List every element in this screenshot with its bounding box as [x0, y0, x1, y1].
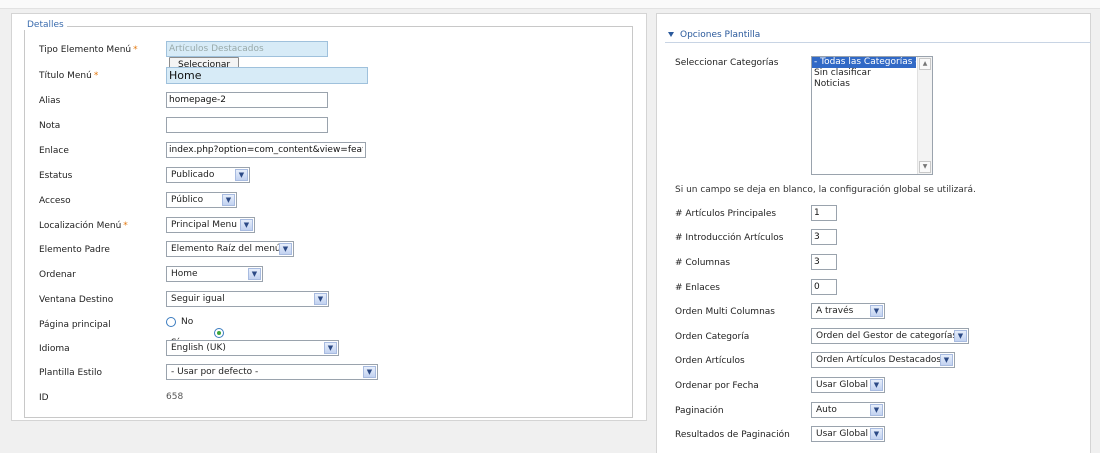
titulo-menu-input[interactable] [166, 67, 368, 84]
opciones-plantilla-title: Opciones Plantilla [680, 30, 761, 40]
ordenar-select[interactable]: Home ▼ [166, 266, 263, 282]
estatus-value: Publicado [171, 170, 215, 180]
top-bar [0, 0, 1100, 9]
ordenar-value: Home [171, 269, 198, 279]
enlaces-input[interactable] [811, 279, 837, 295]
radio-si[interactable] [214, 327, 224, 338]
id-value: 658 [166, 392, 184, 402]
introduccion-input[interactable] [811, 229, 837, 245]
orden-cat-label: Orden Categoría [675, 332, 750, 342]
fecha-label: Ordenar por Fecha [675, 381, 759, 391]
orden-art-select[interactable]: Orden Artículos Destacados ▼ [811, 352, 955, 368]
paginacion-label: Paginación [675, 406, 724, 416]
orden-art-label: Orden Artículos [675, 356, 745, 366]
tipo-elemento-input [166, 41, 328, 57]
blank-field-note: Si un campo se deja en blanco, la config… [675, 185, 976, 195]
alias-input[interactable] [166, 92, 328, 108]
required-mark: * [93, 71, 99, 81]
chevron-down-icon: ▼ [222, 194, 235, 206]
orden-cat-value: Orden del Gestor de categorías [816, 331, 958, 341]
chevron-down-icon: ▼ [324, 342, 337, 354]
principales-label: # Artículos Principales [675, 209, 777, 219]
orden-art-value: Orden Artículos Destacados [816, 355, 942, 365]
scroll-up-icon[interactable]: ▲ [919, 58, 931, 70]
enlace-input[interactable] [166, 142, 366, 158]
ordenar-label: Ordenar [39, 270, 76, 280]
acceso-select[interactable]: Público ▼ [166, 192, 237, 208]
estatus-select[interactable]: Publicado ▼ [166, 167, 250, 183]
idioma-label: Idioma [39, 344, 70, 354]
chevron-down-icon: ▼ [954, 330, 967, 342]
fecha-select[interactable]: Usar Global ▼ [811, 377, 885, 393]
localizacion-value: Principal Menu [171, 220, 237, 230]
principales-input[interactable] [811, 205, 837, 221]
radio-no-label: No [181, 317, 194, 327]
id-label: ID [39, 393, 49, 403]
options-panel: Opciones Plantilla Seleccionar Categoría… [656, 13, 1091, 453]
orden-cat-select[interactable]: Orden del Gestor de categorías ▼ [811, 328, 969, 344]
resultados-select[interactable]: Usar Global ▼ [811, 426, 885, 442]
multi-label: Orden Multi Columnas [675, 307, 775, 317]
multi-value: A través [816, 306, 854, 316]
details-legend: Detalles [24, 20, 67, 30]
paginacion-select[interactable]: Auto ▼ [811, 402, 885, 418]
resultados-value: Usar Global [816, 429, 869, 439]
enlaces-label: # Enlaces [675, 283, 720, 293]
estatus-label: Estatus [39, 171, 73, 181]
acceso-value: Público [171, 195, 204, 205]
required-mark: * [133, 45, 138, 55]
fecha-value: Usar Global [816, 380, 869, 390]
chevron-down-icon: ▼ [248, 268, 261, 280]
padre-value: Elemento Raíz del menú [171, 244, 281, 254]
chevron-down-icon: ▼ [240, 219, 253, 231]
columnas-input[interactable] [811, 254, 837, 270]
pagina-label: Página principal [39, 320, 111, 330]
chevron-down-icon: ▼ [870, 404, 883, 416]
paginacion-value: Auto [816, 405, 837, 415]
localizacion-label: Localización Menú [39, 221, 122, 231]
resultados-label: Resultados de Paginación [675, 430, 790, 440]
plantilla-select[interactable]: - Usar por defecto - ▼ [166, 364, 378, 380]
opciones-plantilla-header[interactable]: Opciones Plantilla [665, 29, 1091, 43]
columnas-label: # Columnas [675, 258, 731, 268]
chevron-down-icon: ▼ [940, 354, 953, 366]
chevron-down-icon: ▼ [279, 243, 292, 255]
details-panel: Detalles Tipo Elemento Menú* Seleccionar… [11, 13, 647, 421]
categorias-listbox[interactable]: - Todas las Categorías - Sin clasificar … [811, 56, 933, 175]
multi-select[interactable]: A través ▼ [811, 303, 885, 319]
padre-label: Elemento Padre [39, 245, 110, 255]
introduccion-label: # Introducción Artículos [675, 233, 784, 243]
alias-label: Alias [39, 96, 61, 106]
collapse-triangle-icon [668, 31, 674, 37]
list-item[interactable]: - Todas las Categorías - [812, 57, 916, 68]
nota-label: Nota [39, 121, 61, 131]
ventana-select[interactable]: Seguir igual ▼ [166, 291, 329, 307]
radio-no[interactable] [166, 317, 176, 327]
list-item[interactable]: Sin clasificar [812, 68, 916, 79]
localizacion-select[interactable]: Principal Menu ▼ [166, 217, 255, 233]
chevron-down-icon: ▼ [363, 366, 376, 378]
idioma-value: English (UK) [171, 343, 226, 353]
chevron-down-icon: ▼ [870, 428, 883, 440]
ventana-label: Ventana Destino [39, 295, 114, 305]
acceso-label: Acceso [39, 196, 71, 206]
plantilla-label: Plantilla Estilo [39, 368, 102, 378]
ventana-value: Seguir igual [171, 294, 225, 304]
chevron-down-icon: ▼ [870, 379, 883, 391]
nota-input[interactable] [166, 117, 328, 133]
chevron-down-icon: ▼ [314, 293, 327, 305]
categorias-label: Seleccionar Categorías [675, 58, 779, 68]
list-item[interactable]: Noticias [812, 79, 916, 90]
listbox-scrollbar[interactable]: ▲ ▼ [917, 57, 932, 174]
tipo-label: Tipo Elemento Menú [39, 45, 132, 55]
chevron-down-icon: ▼ [870, 305, 883, 317]
idioma-select[interactable]: English (UK) ▼ [166, 340, 339, 356]
plantilla-value: - Usar por defecto - [171, 367, 259, 377]
required-mark: * [123, 221, 128, 231]
chevron-down-icon: ▼ [235, 169, 248, 181]
titulo-label: Título Menú [39, 71, 92, 81]
scroll-down-icon[interactable]: ▼ [919, 161, 931, 173]
padre-select[interactable]: Elemento Raíz del menú ▼ [166, 241, 294, 257]
enlace-label: Enlace [39, 146, 69, 156]
